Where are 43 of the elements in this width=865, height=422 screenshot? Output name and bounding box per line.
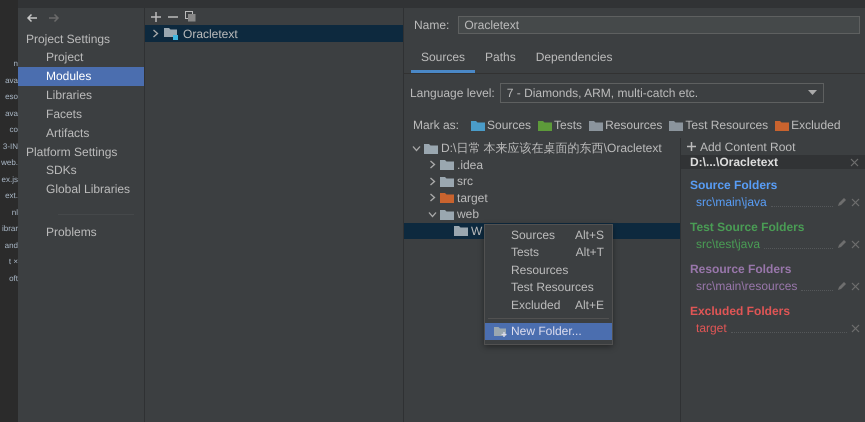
menu-item-label: Tests xyxy=(511,244,540,262)
name-label: Name: xyxy=(414,17,450,34)
code-fragment: t × xyxy=(8,256,18,268)
section-heading: Project Settings xyxy=(25,31,112,48)
folder-path: src\test\java xyxy=(696,236,760,253)
code-fragment: and xyxy=(4,240,18,252)
mark-as-label: Mark as: xyxy=(413,117,460,134)
code-fragment: oft xyxy=(9,272,18,284)
code-fragment: ibrar xyxy=(2,223,18,235)
folder-name: W xyxy=(471,222,482,240)
menu-item-label: Resources xyxy=(511,262,568,279)
menu-item-label: Sources xyxy=(511,227,556,244)
folder-path: src\main\java xyxy=(696,194,767,211)
folder-path: target xyxy=(696,320,727,337)
language-level-label: Language level: xyxy=(410,85,495,102)
folder-group-title: Resource Folders xyxy=(689,261,792,276)
module-name: Oracletext xyxy=(183,26,238,42)
shortcut-label: Alt+S xyxy=(574,227,604,244)
code-fragment: ext. xyxy=(5,190,18,202)
code-fragment: 3-IN xyxy=(2,140,18,152)
code-fragment: co xyxy=(10,124,18,136)
folder-name: D:\日常 本来应该在桌面的东西\Oracletext xyxy=(441,140,662,158)
folder-name: target xyxy=(457,190,488,207)
code-fragment: ex.js xyxy=(2,174,18,186)
code-fragment: nl xyxy=(12,206,18,218)
shortcut-label: Alt+T xyxy=(576,244,604,262)
section-heading: Platform Settings xyxy=(25,144,118,161)
shortcut-label: Alt+E xyxy=(574,296,604,314)
menu-item-label: Test Resources xyxy=(511,279,594,296)
folder-group-title: Excluded Folders xyxy=(689,303,792,318)
folder-name: web xyxy=(457,206,480,224)
code-fragment: eso xyxy=(5,91,18,103)
folder-name: .idea xyxy=(457,156,484,174)
folder-group-title: Test Source Folders xyxy=(689,219,806,234)
code-fragment: ava xyxy=(5,108,18,120)
folder-path: src\main\resources xyxy=(696,278,798,295)
code-fragment: ava xyxy=(5,74,18,86)
code-fragment: n xyxy=(14,58,18,70)
content-root-path: D:\...\Oracletext xyxy=(690,154,778,171)
folder-name: src xyxy=(457,173,473,190)
folder-group-title: Source Folders xyxy=(689,177,778,192)
menu-item-label: Excluded xyxy=(511,296,560,314)
code-fragment: web. xyxy=(1,157,18,169)
